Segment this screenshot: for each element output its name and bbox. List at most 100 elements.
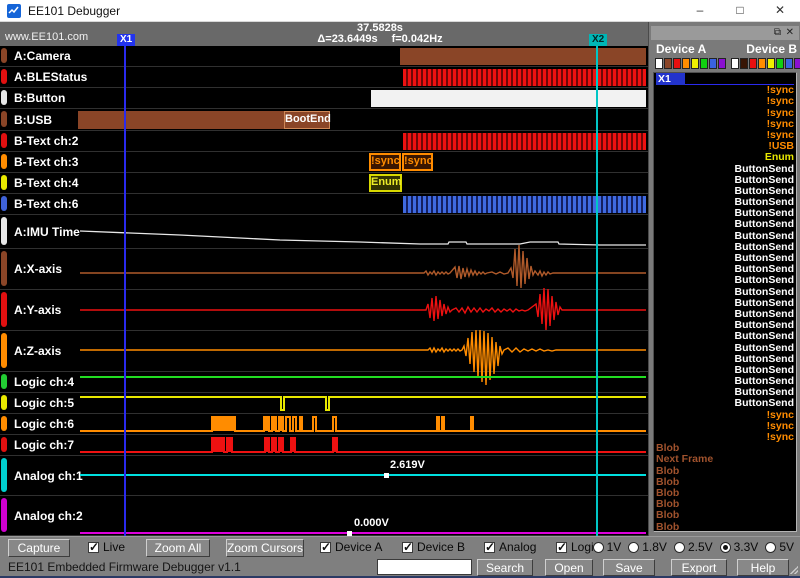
event-row[interactable]: Blob — [656, 522, 794, 533]
voltage-radios: 1V 1.8V 2.5V 3.3V 5V — [593, 540, 794, 554]
event-label: ButtonSend — [735, 230, 795, 242]
zoom-cursors-button[interactable]: Zoom Cursors — [226, 539, 304, 557]
titlebar: EE101 Debugger – □ ✕ — [0, 0, 800, 22]
voltage-radio-2-5v[interactable]: 2.5V — [674, 540, 713, 554]
help-button[interactable]: Help — [737, 559, 789, 576]
panel-float-icon[interactable]: ⧉ — [774, 26, 781, 40]
device-a-checkbox[interactable]: Device A — [320, 540, 382, 554]
export-button[interactable]: Export — [671, 559, 727, 576]
color-swatch[interactable] — [700, 58, 708, 69]
radio-icon[interactable] — [674, 542, 685, 553]
search-input[interactable] — [377, 559, 472, 575]
event-label: Blob — [656, 498, 679, 510]
window-title: EE101 Debugger — [28, 4, 120, 18]
close-icon[interactable]: ✕ — [760, 0, 800, 22]
imu-time-trace — [80, 231, 646, 245]
voltage-radio-5v[interactable]: 5V — [765, 540, 794, 554]
event-label: !USB — [768, 140, 794, 152]
event-label: ButtonSend — [735, 286, 795, 298]
radio-label: 2.5V — [688, 540, 713, 554]
waveform-plot[interactable]: A:CameraA:BLEStatusB:ButtonB:USBB-Text c… — [0, 46, 648, 536]
search-button[interactable]: Search — [477, 559, 533, 576]
waveform-traces — [0, 46, 648, 536]
checkbox-checked-icon[interactable] — [320, 542, 331, 553]
checkbox-checked-icon[interactable] — [484, 542, 495, 553]
capture-button[interactable]: Capture — [8, 539, 70, 557]
event-label: ButtonSend — [735, 196, 795, 208]
event-label: ButtonSend — [735, 386, 795, 398]
minimize-icon[interactable]: – — [680, 0, 720, 22]
event-label: ButtonSend — [735, 174, 795, 186]
event-label: !sync — [767, 84, 794, 96]
panel-close-icon[interactable]: ✕ — [786, 26, 794, 40]
cursor-x2-line[interactable] — [596, 46, 598, 536]
cursor-time: 37.5828s — [260, 22, 500, 34]
checkbox-checked-icon[interactable] — [88, 542, 99, 553]
event-label: !sync — [767, 95, 794, 107]
cursor-x1-line[interactable] — [124, 46, 126, 536]
plot-header: www.EE101.com 37.5828s Δ=23.6449sf=0.042… — [0, 22, 648, 46]
event-label: !sync — [767, 420, 794, 432]
cursor-x2-flag[interactable]: X2 — [589, 34, 607, 46]
maximize-icon[interactable]: □ — [720, 0, 760, 22]
live-checkbox[interactable]: Live — [88, 540, 125, 554]
color-swatch[interactable] — [655, 58, 663, 69]
event-label: Blob — [656, 465, 679, 477]
zoom-all-button[interactable]: Zoom All — [146, 539, 210, 557]
device-b-checkbox[interactable]: Device B — [402, 540, 465, 554]
analog1-marker[interactable] — [384, 473, 389, 478]
voltage-radio-1-8v[interactable]: 1.8V — [628, 540, 667, 554]
event-label: ButtonSend — [735, 207, 795, 219]
radio-icon[interactable] — [593, 542, 604, 553]
voltage-radio-3-3v[interactable]: 3.3V — [720, 540, 759, 554]
voltage-radio-1v[interactable]: 1V — [593, 540, 622, 554]
open-button[interactable]: Open — [545, 559, 593, 576]
checkbox-checked-icon[interactable] — [402, 542, 413, 553]
event-side-panel: ⧉ ✕ Device A Device B X1!sync!sync!sync!… — [648, 22, 800, 536]
analog2-marker[interactable] — [347, 531, 352, 536]
event-label: !sync — [767, 118, 794, 130]
radio-label: 1.8V — [642, 540, 667, 554]
color-swatch[interactable] — [758, 58, 766, 69]
radio-label: 1V — [607, 540, 622, 554]
color-swatch[interactable] — [776, 58, 784, 69]
logic6-trace — [80, 417, 646, 431]
radio-icon[interactable] — [765, 542, 776, 553]
color-swatch[interactable] — [767, 58, 775, 69]
event-label: !sync — [767, 129, 794, 141]
event-label: ButtonSend — [735, 353, 795, 365]
event-label: ButtonSend — [735, 163, 795, 175]
radio-selected-icon[interactable] — [720, 542, 731, 553]
color-swatch[interactable] — [682, 58, 690, 69]
color-swatch[interactable] — [691, 58, 699, 69]
event-label: ButtonSend — [735, 218, 795, 230]
event-label: ButtonSend — [735, 185, 795, 197]
statusbar: EE101 Embedded Firmware Debugger v1.1 Se… — [0, 558, 800, 576]
cursor-time-readout: 37.5828s Δ=23.6449sf=0.042Hz — [260, 22, 500, 46]
color-swatch[interactable] — [709, 58, 717, 69]
checkbox-checked-icon[interactable] — [556, 542, 567, 553]
event-label: Blob — [656, 521, 679, 533]
color-swatch[interactable] — [673, 58, 681, 69]
color-swatch[interactable] — [664, 58, 672, 69]
event-label: ButtonSend — [735, 308, 795, 320]
website-label: www.EE101.com — [5, 31, 88, 43]
color-swatch[interactable] — [785, 58, 793, 69]
event-list[interactable]: X1!sync!sync!sync!sync!sync!USBEnumButto… — [653, 72, 797, 532]
analog-checkbox[interactable]: Analog — [484, 540, 536, 554]
color-swatch[interactable] — [794, 58, 800, 69]
cursor-x1-flag[interactable]: X1 — [117, 34, 135, 46]
color-swatch[interactable] — [731, 58, 739, 69]
panel-grip[interactable]: ⧉ ✕ — [651, 26, 799, 40]
resize-grip-icon[interactable] — [788, 564, 798, 574]
color-swatch[interactable] — [749, 58, 757, 69]
color-swatch[interactable] — [740, 58, 748, 69]
save-button[interactable]: Save — [603, 559, 655, 576]
event-label: X1 — [656, 73, 685, 85]
event-label: ButtonSend — [735, 375, 795, 387]
event-label: !sync — [767, 409, 794, 421]
color-swatch[interactable] — [718, 58, 726, 69]
event-label: ButtonSend — [735, 297, 795, 309]
radio-icon[interactable] — [628, 542, 639, 553]
event-label: ButtonSend — [735, 364, 795, 376]
